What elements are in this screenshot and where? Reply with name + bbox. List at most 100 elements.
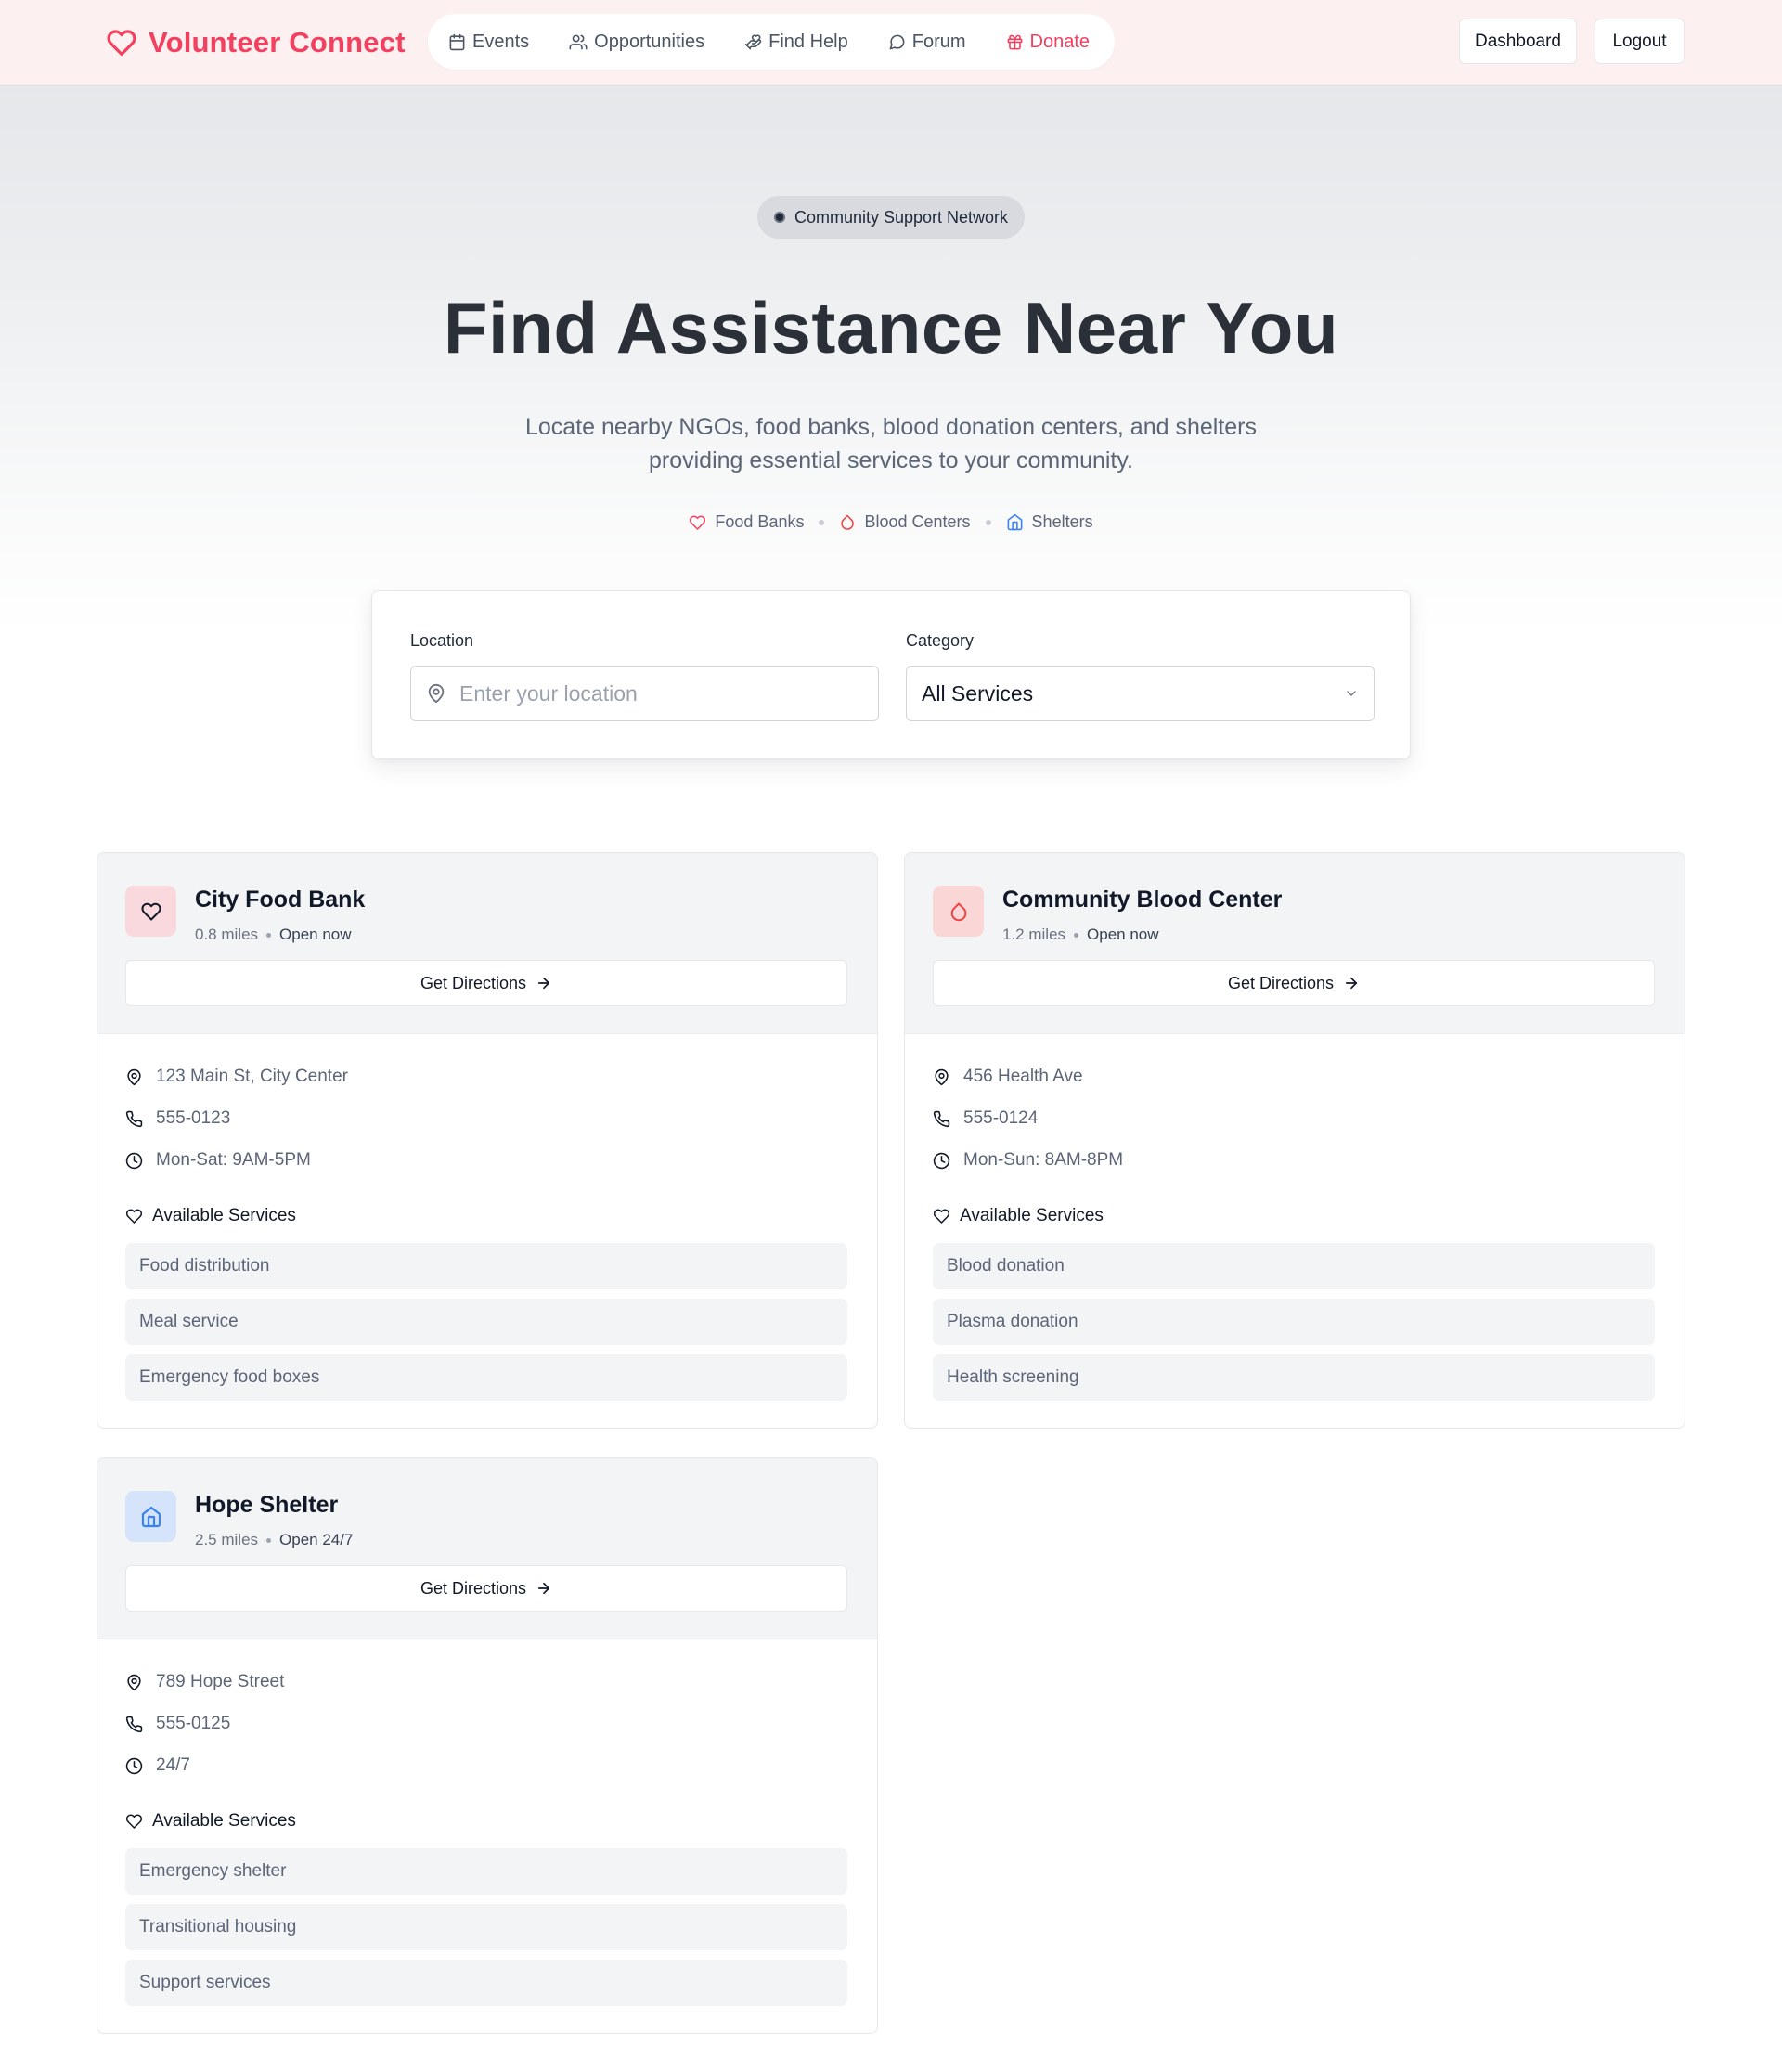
hours-text: Mon-Sun: 8AM-8PM	[963, 1150, 1124, 1170]
chip-shelters: Shelters	[1006, 512, 1093, 532]
category-select[interactable]: All Services	[906, 666, 1375, 721]
nav-item-donate[interactable]: Donate	[1006, 31, 1091, 53]
heart-icon	[933, 1208, 950, 1224]
services-title: Available Services	[960, 1206, 1104, 1225]
card-icon-badge	[125, 1491, 176, 1542]
service-item: Health screening	[933, 1354, 1655, 1401]
service-card-hope-shelter: Hope Shelter 2.5 miles Open 24/7 Get Dir…	[97, 1457, 878, 2034]
logout-button[interactable]: Logout	[1595, 19, 1685, 64]
card-meta: 0.8 miles Open now	[195, 926, 352, 944]
get-directions-button[interactable]: Get Directions	[933, 960, 1655, 1006]
brand-name: Volunteer Connect	[148, 26, 406, 58]
card-header: City Food Bank 0.8 miles Open now Get Di…	[97, 853, 877, 1034]
service-card-city-food-bank: City Food Bank 0.8 miles Open now Get Di…	[97, 852, 878, 1429]
services-heading: Available Services	[125, 1206, 296, 1226]
card-meta: 1.2 miles Open now	[1002, 926, 1159, 944]
heart-icon	[125, 1813, 143, 1830]
dashboard-button[interactable]: Dashboard	[1459, 19, 1577, 64]
services-title: Available Services	[152, 1811, 296, 1831]
phone-text: 555-0125	[156, 1714, 231, 1733]
open-status: Open now	[279, 926, 352, 943]
nav-item-find-help[interactable]: Find Help	[744, 32, 848, 53]
get-directions-button[interactable]: Get Directions	[125, 960, 847, 1006]
hours-text: 24/7	[156, 1755, 190, 1775]
category-value: All Services	[922, 680, 1034, 706]
distance: 1.2 miles	[1002, 926, 1066, 943]
open-status: Open now	[1087, 926, 1159, 943]
chat-bubble-icon	[888, 33, 906, 51]
map-pin-icon	[426, 682, 446, 705]
service-item: Transitional housing	[125, 1904, 847, 1950]
droplet-icon	[839, 513, 856, 531]
service-item: Emergency shelter	[125, 1848, 847, 1895]
nav-item-forum[interactable]: Forum	[888, 32, 966, 53]
phone-text: 555-0124	[963, 1108, 1039, 1128]
hours-row: 24/7	[125, 1755, 190, 1776]
directions-label: Get Directions	[420, 973, 527, 992]
hours-row: Mon-Sat: 9AM-5PM	[125, 1150, 311, 1171]
card-title: Community Blood Center	[1002, 887, 1283, 913]
community-badge: Community Support Network	[757, 196, 1025, 239]
map-pin-icon	[933, 1068, 950, 1086]
top-nav-bar: Volunteer Connect Events Opportunities F…	[0, 0, 1782, 84]
address-text: 789 Hope Street	[156, 1672, 285, 1691]
get-directions-button[interactable]: Get Directions	[125, 1565, 847, 1612]
services-heading: Available Services	[125, 1811, 296, 1832]
nav-label: Opportunities	[594, 31, 705, 52]
chip-blood-centers: Blood Centers	[839, 512, 971, 532]
chip-separator	[819, 519, 825, 525]
chip-label: Blood Centers	[864, 512, 971, 531]
chip-label: Food Banks	[715, 512, 805, 531]
phone-icon	[125, 1110, 143, 1128]
arrow-right-icon	[536, 1580, 552, 1597]
clock-icon	[125, 1757, 143, 1775]
map-pin-icon	[125, 1068, 143, 1086]
meta-separator	[1074, 932, 1079, 938]
service-item: Blood donation	[933, 1243, 1655, 1289]
nav-label: Find Help	[768, 31, 848, 52]
droplet-icon	[949, 900, 969, 923]
gift-icon	[1006, 33, 1024, 51]
category-chips: Food Banks Blood Centers Shelters	[0, 512, 1782, 532]
chip-label: Shelters	[1031, 512, 1093, 531]
nav-item-events[interactable]: Events	[448, 32, 529, 53]
arrow-right-icon	[1343, 975, 1360, 991]
hours-text: Mon-Sat: 9AM-5PM	[156, 1150, 311, 1170]
nav-item-opportunities[interactable]: Opportunities	[569, 32, 704, 53]
address-text: 456 Health Ave	[963, 1067, 1083, 1086]
brand-logo-link[interactable]: Volunteer Connect	[106, 24, 406, 61]
page-title: Find Assistance Near You	[443, 287, 1339, 369]
search-panel: Location Category Enter your location Al…	[371, 590, 1411, 759]
badge-dot-icon	[773, 212, 785, 223]
service-item: Plasma donation	[933, 1299, 1655, 1345]
open-status: Open 24/7	[279, 1531, 354, 1548]
clock-icon	[933, 1152, 950, 1170]
directions-label: Get Directions	[420, 1578, 527, 1598]
hand-heart-icon	[744, 33, 762, 51]
nav-label: Events	[472, 31, 530, 52]
card-icon-badge	[933, 886, 984, 937]
map-pin-icon	[125, 1674, 143, 1691]
heart-icon	[689, 514, 706, 531]
home-icon	[1006, 513, 1024, 531]
service-item: Emergency food boxes	[125, 1354, 847, 1401]
address-row: 789 Hope Street	[125, 1672, 284, 1692]
service-item: Support services	[125, 1960, 847, 2006]
home-icon	[140, 1506, 162, 1528]
services-title: Available Services	[152, 1206, 296, 1225]
phone-icon	[933, 1110, 950, 1128]
nav-label: Donate	[1029, 31, 1091, 52]
phone-icon	[125, 1716, 143, 1733]
heart-icon	[140, 901, 162, 922]
nav-label: Forum	[911, 31, 966, 52]
main-nav: Events Opportunities Find Help Forum Don…	[428, 14, 1115, 70]
chevron-down-icon	[1344, 686, 1359, 701]
directions-label: Get Directions	[1227, 973, 1335, 992]
heart-logo-icon	[106, 28, 137, 58]
card-meta: 2.5 miles Open 24/7	[195, 1531, 353, 1549]
address-text: 123 Main St, City Center	[156, 1067, 348, 1086]
card-icon-badge	[125, 886, 176, 937]
chip-separator	[985, 519, 991, 525]
location-input[interactable]: Enter your location	[410, 666, 879, 721]
location-placeholder: Enter your location	[459, 680, 638, 706]
